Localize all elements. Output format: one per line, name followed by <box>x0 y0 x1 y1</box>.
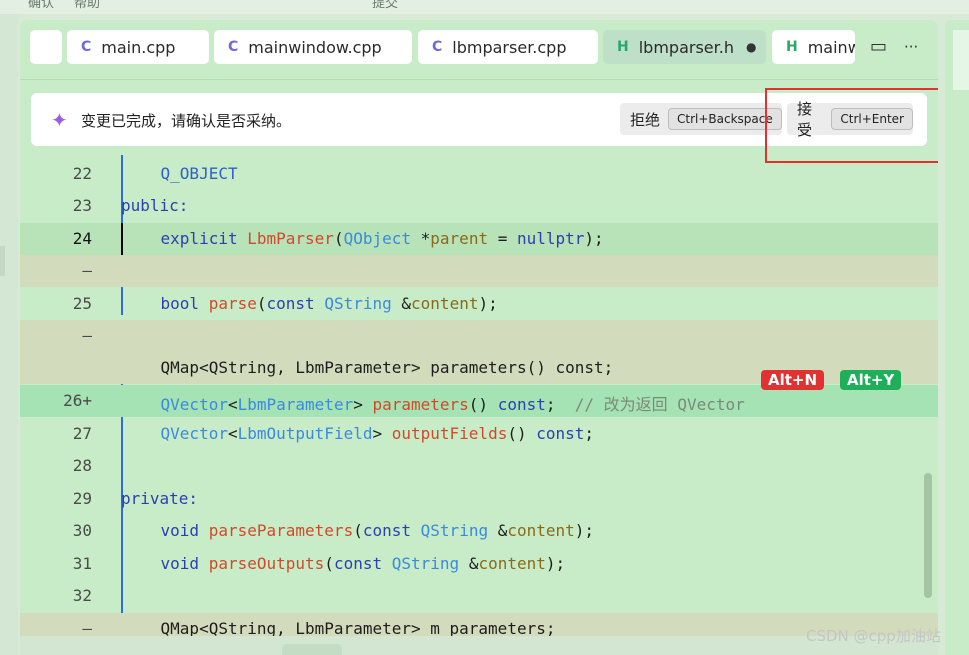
code-line-deleted: — <box>20 255 938 287</box>
tab-mainwindow-h[interactable]: H mainw <box>772 30 855 64</box>
tab-lbmparser-cpp[interactable]: C lbmparser.cpp <box>418 30 598 64</box>
confirm-message: 变更已完成，请确认是否采纳。 <box>81 112 292 130</box>
more-actions-icon[interactable]: ··· <box>904 38 918 56</box>
code-line: 31 void parseOutputs(const QString &cont… <box>20 548 938 580</box>
tab-label: lbmparser.cpp <box>452 37 567 57</box>
highlight-frame <box>765 88 938 163</box>
bottom-status-strip <box>20 636 938 655</box>
line-text: public: <box>121 196 189 215</box>
header-file-icon: H <box>786 39 798 55</box>
line-number: 27 <box>72 424 92 443</box>
code-line: 25 bool parse(const QString &content); <box>20 288 938 320</box>
code-line: 23 public: <box>20 190 938 222</box>
cpp-file-icon: C <box>228 39 239 55</box>
line-text: void parseOutputs(const QString &content… <box>160 554 566 573</box>
tab-label: mainwindow.cpp <box>248 37 382 57</box>
line-text: QVector<LbmParameter> parameters() const… <box>160 395 745 414</box>
split-editor-icon[interactable]: ▭ <box>870 36 887 57</box>
line-text: QVector<LbmOutputField> outputFields() c… <box>160 424 595 443</box>
tab-lbmparser-h[interactable]: H lbmparser.h ● <box>603 30 766 64</box>
header-file-icon: H <box>617 39 629 55</box>
code-line-current: 24 explicit LbmParser(QObject *parent = … <box>20 223 938 255</box>
reject-shortcut-badge[interactable]: Alt+N <box>761 370 825 390</box>
line-number: 25 <box>72 294 92 313</box>
top-menu-item[interactable]: 确认 <box>28 0 54 11</box>
line-number: 28 <box>72 456 92 475</box>
tab-label: mainw <box>807 37 855 57</box>
watermark: CSDN @cpp加油站 <box>806 627 941 645</box>
top-menu-item[interactable]: 提交 <box>372 0 398 11</box>
line-number: 29 <box>72 489 92 508</box>
tab-label: main.cpp <box>101 37 176 57</box>
code-line: 29 private: <box>20 483 938 515</box>
code-area[interactable]: 22 Q_OBJECT 23 public: 24 explicit LbmPa… <box>20 155 938 645</box>
line-number: — <box>82 326 92 345</box>
panel-stripe <box>953 30 969 90</box>
line-text: QMap<QString, LbmParameter> parameters()… <box>122 358 614 377</box>
code-line-deleted: — <box>20 320 938 352</box>
line-text: explicit LbmParser(QObject *parent = nul… <box>160 229 604 248</box>
cpp-file-icon: C <box>81 39 92 55</box>
line-text: Q_OBJECT <box>160 164 238 183</box>
tab-mainwindow-cpp[interactable]: C mainwindow.cpp <box>214 30 412 64</box>
status-pill[interactable] <box>282 644 342 655</box>
tab-overflow[interactable] <box>30 30 62 64</box>
cpp-file-icon: C <box>432 39 443 55</box>
code-line: 28 <box>20 450 938 482</box>
line-number: 24 <box>72 229 92 248</box>
accept-shortcut-badge[interactable]: Alt+Y <box>840 370 902 390</box>
left-sidebar-edge <box>0 14 18 655</box>
line-number: 32 <box>72 586 92 605</box>
line-number: 30 <box>72 521 92 540</box>
modified-dot-icon[interactable]: ● <box>746 40 756 54</box>
window-top-strip: 确认 帮助 提交 <box>0 0 969 14</box>
line-text: void parseParameters(const QString &cont… <box>160 521 595 540</box>
line-text: bool parse(const QString &content); <box>160 294 498 313</box>
reject-button[interactable]: 拒绝 Ctrl+Backspace <box>620 103 782 135</box>
right-panel-edge <box>945 20 969 655</box>
line-number: 22 <box>72 164 92 183</box>
code-line: 27 QVector<LbmOutputField> outputFields(… <box>20 418 938 450</box>
vertical-scrollbar[interactable] <box>924 473 932 598</box>
sparkle-icon: ✦ <box>51 108 68 132</box>
editor-pane: C main.cpp C mainwindow.cpp C lbmparser.… <box>20 20 938 645</box>
tab-label: lbmparser.h <box>638 37 734 57</box>
line-text: private: <box>121 489 199 508</box>
code-line: 32 <box>20 580 938 612</box>
code-line: 22 Q_OBJECT <box>20 158 938 190</box>
code-line: 30 void parseParameters(const QString &c… <box>20 515 938 547</box>
tab-bar: C main.cpp C mainwindow.cpp C lbmparser.… <box>20 20 938 80</box>
line-number: 31 <box>72 554 92 573</box>
line-number: 23 <box>72 196 92 215</box>
sidebar-marker <box>0 246 5 276</box>
tab-main-cpp[interactable]: C main.cpp <box>67 30 209 64</box>
top-menu-item[interactable]: 帮助 <box>74 0 100 11</box>
line-number: 26+ <box>63 391 92 410</box>
line-number: — <box>82 261 92 280</box>
reject-label: 拒绝 <box>630 110 661 129</box>
